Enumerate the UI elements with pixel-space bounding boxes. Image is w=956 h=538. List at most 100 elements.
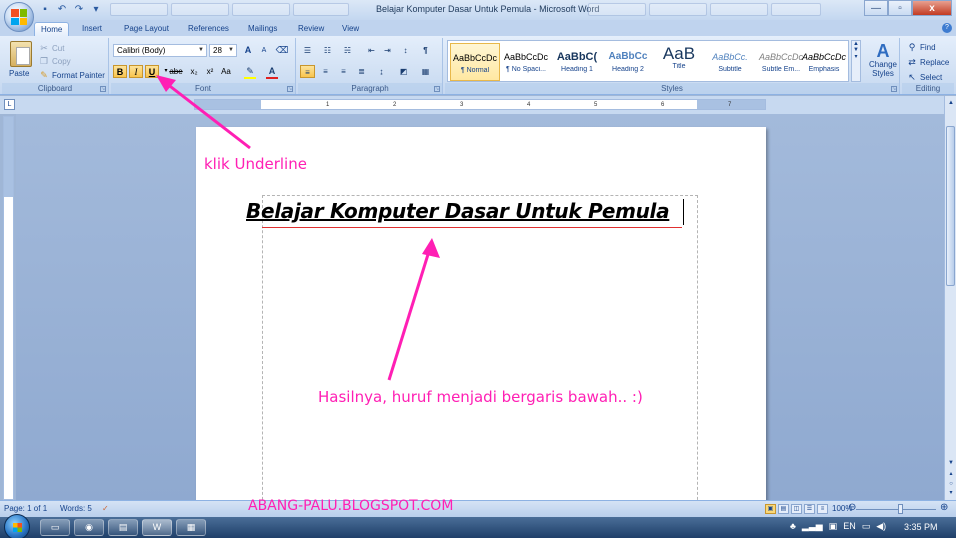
show-marks-icon[interactable]: ¶ xyxy=(418,44,433,57)
paragraph-launcher-icon[interactable]: ↘ xyxy=(434,86,440,92)
tab-review[interactable]: Review xyxy=(292,22,330,36)
zoom-in-icon[interactable]: ⊕ xyxy=(940,502,948,513)
paste-button[interactable]: Paste xyxy=(9,69,29,78)
strikethrough-button[interactable]: abe xyxy=(169,65,183,78)
style-title[interactable]: AaB Title xyxy=(654,43,704,81)
decrease-indent-icon[interactable]: ⇤ xyxy=(364,44,379,57)
vertical-ruler[interactable] xyxy=(3,116,14,500)
superscript-button[interactable]: x² xyxy=(203,65,217,78)
prev-page-icon[interactable]: ▴ xyxy=(946,469,956,479)
zoom-out-icon[interactable]: ⊖ xyxy=(848,502,856,513)
close-button[interactable]: x xyxy=(912,0,952,16)
underline-button[interactable]: U xyxy=(145,65,159,78)
explorer-taskbar-icon[interactable]: ▭ xyxy=(40,519,70,536)
word-taskbar-icon[interactable]: W xyxy=(142,519,172,536)
format-painter-button[interactable]: ✎ Format Painter xyxy=(38,69,105,81)
network-icon[interactable]: ▣ xyxy=(829,521,838,532)
align-center-icon[interactable]: ≡ xyxy=(318,65,333,78)
office-button[interactable] xyxy=(4,2,34,32)
font-size-combo[interactable]: 28 ▼ xyxy=(209,44,237,57)
change-styles-button[interactable]: A Change Styles xyxy=(866,42,900,78)
font-launcher-icon[interactable]: ↘ xyxy=(287,86,293,92)
increase-indent-icon[interactable]: ⇥ xyxy=(380,44,395,57)
clear-formatting-icon[interactable]: ⌫ xyxy=(275,44,289,57)
tray-app-icon[interactable]: ♣ xyxy=(790,521,796,532)
page-count[interactable]: Page: 1 of 1 xyxy=(4,504,47,513)
print-layout-view-icon[interactable]: ▣ xyxy=(765,504,776,514)
tab-references[interactable]: References xyxy=(182,22,235,36)
tab-selector-button[interactable]: L xyxy=(4,99,15,110)
bold-button[interactable]: B xyxy=(113,65,127,78)
borders-icon[interactable]: ▦ xyxy=(418,65,433,78)
horizontal-ruler[interactable]: 1 2 3 4 5 6 7 xyxy=(194,99,766,110)
undo-icon[interactable]: ↶ xyxy=(55,2,69,16)
style-no-spacing[interactable]: AaBbCcDc ¶ No Spaci... xyxy=(501,43,551,81)
save-icon[interactable]: ▪ xyxy=(38,2,52,16)
style-heading-2[interactable]: AaBbCc Heading 2 xyxy=(603,43,653,81)
scroll-thumb[interactable] xyxy=(946,126,955,286)
style-normal[interactable]: AaBbCcDc ¶ Normal xyxy=(450,43,500,81)
italic-button[interactable]: I xyxy=(129,65,143,78)
find-button[interactable]: ⚲ Find xyxy=(906,41,936,53)
full-screen-view-icon[interactable]: ▤ xyxy=(778,504,789,514)
document-area[interactable] xyxy=(16,114,944,515)
proofing-icon[interactable]: ✓ xyxy=(102,504,109,513)
align-left-icon[interactable]: ≡ xyxy=(300,65,315,78)
word-count[interactable]: Words: 5 xyxy=(60,504,92,513)
maximize-button[interactable]: ▫ xyxy=(888,0,912,16)
styles-launcher-icon[interactable]: ↘ xyxy=(891,86,897,92)
web-layout-view-icon[interactable]: ◫ xyxy=(791,504,802,514)
tab-view[interactable]: View xyxy=(336,22,365,36)
volume-icon[interactable]: ◀) xyxy=(876,521,886,532)
vertical-scrollbar[interactable]: ▲ ▼ ▴ ○ ▾ xyxy=(944,96,956,500)
tab-page-layout[interactable]: Page Layout xyxy=(118,22,175,36)
language-icon[interactable]: EN xyxy=(843,521,856,532)
align-right-icon[interactable]: ≡ xyxy=(336,65,351,78)
style-heading-1[interactable]: AaBbC( Heading 1 xyxy=(552,43,602,81)
change-case-button[interactable]: Aa xyxy=(219,65,233,78)
utility-taskbar-icon[interactable]: ▦ xyxy=(176,519,206,536)
style-emphasis[interactable]: AaBbCcDc Emphasis xyxy=(799,43,849,81)
select-button[interactable]: ↖ Select xyxy=(906,71,942,83)
shading-icon[interactable]: ◩ xyxy=(396,65,411,78)
next-page-icon[interactable]: ▾ xyxy=(946,488,956,498)
tab-home[interactable]: Home xyxy=(34,22,70,36)
sort-icon[interactable]: ↕ xyxy=(398,44,413,57)
line-spacing-icon[interactable]: ↨ xyxy=(374,65,389,78)
copy-button[interactable]: ❐ Copy xyxy=(38,55,71,67)
paste-icon[interactable] xyxy=(10,41,32,67)
subscript-button[interactable]: x₂ xyxy=(187,65,201,78)
multilevel-list-icon[interactable]: ☵ xyxy=(340,44,355,57)
clipboard-launcher-icon[interactable]: ↘ xyxy=(100,86,106,92)
grow-font-button[interactable]: A xyxy=(241,44,255,57)
battery-icon[interactable]: ▭ xyxy=(862,521,871,532)
clock[interactable]: 3:35 PM xyxy=(904,522,938,532)
document-heading[interactable]: Belajar Komputer Dasar Untuk Pemula xyxy=(246,199,670,223)
customize-qat-icon[interactable]: ▾ xyxy=(89,2,103,16)
style-subtitle[interactable]: AaBbCc. Subtitle xyxy=(705,43,755,81)
zoom-slider-track[interactable] xyxy=(856,509,936,510)
help-icon[interactable]: ? xyxy=(942,23,952,33)
tab-insert[interactable]: Insert xyxy=(76,22,108,36)
scroll-down-icon[interactable]: ▼ xyxy=(946,458,956,468)
bullets-icon[interactable]: ☰ xyxy=(300,44,315,57)
cut-button[interactable]: ✂ Cut xyxy=(38,42,64,54)
font-family-combo[interactable]: Calibri (Body) ▼ xyxy=(113,44,207,57)
draft-view-icon[interactable]: ≡ xyxy=(817,504,828,514)
tab-mailings[interactable]: Mailings xyxy=(242,22,283,36)
justify-icon[interactable]: ≣ xyxy=(354,65,369,78)
shrink-font-button[interactable]: A xyxy=(257,44,271,57)
numbering-icon[interactable]: ☷ xyxy=(320,44,335,57)
outline-view-icon[interactable]: ☰ xyxy=(804,504,815,514)
signal-icon[interactable]: ▂▃▅ xyxy=(802,521,823,532)
chrome-taskbar-icon[interactable]: ◉ xyxy=(74,519,104,536)
styles-scroll[interactable]: ▲ ▼ ▾ xyxy=(851,40,861,82)
page[interactable] xyxy=(196,127,766,515)
zoom-slider-thumb[interactable] xyxy=(898,504,903,514)
redo-icon[interactable]: ↷ xyxy=(72,2,86,16)
scroll-up-icon[interactable]: ▲ xyxy=(946,98,956,108)
minimize-button[interactable]: — xyxy=(864,0,888,16)
replace-button[interactable]: ⇄ Replace xyxy=(906,56,949,68)
start-button[interactable] xyxy=(4,514,30,538)
app-taskbar-icon[interactable]: ▤ xyxy=(108,519,138,536)
